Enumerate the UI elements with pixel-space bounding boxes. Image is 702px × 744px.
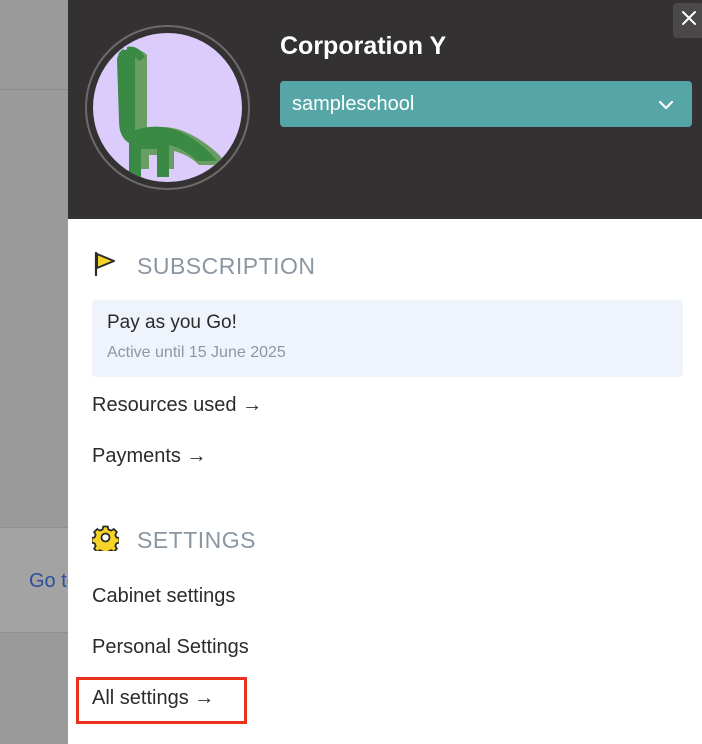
- resources-used-link[interactable]: Resources used →: [92, 394, 262, 417]
- school-select-dropdown[interactable]: sampleschool: [280, 81, 692, 127]
- settings-title: SETTINGS: [137, 526, 257, 553]
- close-icon: [681, 10, 697, 31]
- subscription-plan-card: Pay as you Go! Active until 15 June 2025: [92, 300, 683, 377]
- chevron-down-icon: [658, 93, 674, 116]
- background-page-strip: Go to: [0, 0, 68, 744]
- organization-avatar: [85, 25, 250, 190]
- gear-icon: [90, 524, 121, 556]
- subscription-section-header: SUBSCRIPTION: [92, 250, 316, 282]
- school-select-value: sampleschool: [292, 92, 415, 115]
- plan-status: Active until 15 June 2025: [107, 344, 286, 361]
- dinosaur-avatar-icon: [93, 33, 242, 182]
- account-drawer: Corporation Y sampleschool SUBSCRIPTION …: [68, 0, 702, 744]
- payments-link[interactable]: Payments →: [92, 445, 206, 468]
- personal-settings-link[interactable]: Personal Settings: [92, 636, 249, 659]
- background-card: Go to: [0, 527, 68, 633]
- cabinet-settings-link[interactable]: Cabinet settings: [92, 585, 235, 608]
- all-settings-link[interactable]: All settings →: [92, 687, 214, 710]
- plan-name: Pay as you Go!: [107, 312, 237, 333]
- drawer-header: Corporation Y sampleschool: [68, 0, 702, 219]
- background-divider: [0, 89, 68, 90]
- subscription-title: SUBSCRIPTION: [137, 252, 316, 279]
- organization-name: Corporation Y: [280, 32, 447, 60]
- background-go-to-link[interactable]: Go to: [29, 570, 68, 593]
- settings-section-header: SETTINGS: [90, 524, 257, 556]
- flag-icon: [92, 250, 119, 282]
- close-button[interactable]: [673, 3, 702, 38]
